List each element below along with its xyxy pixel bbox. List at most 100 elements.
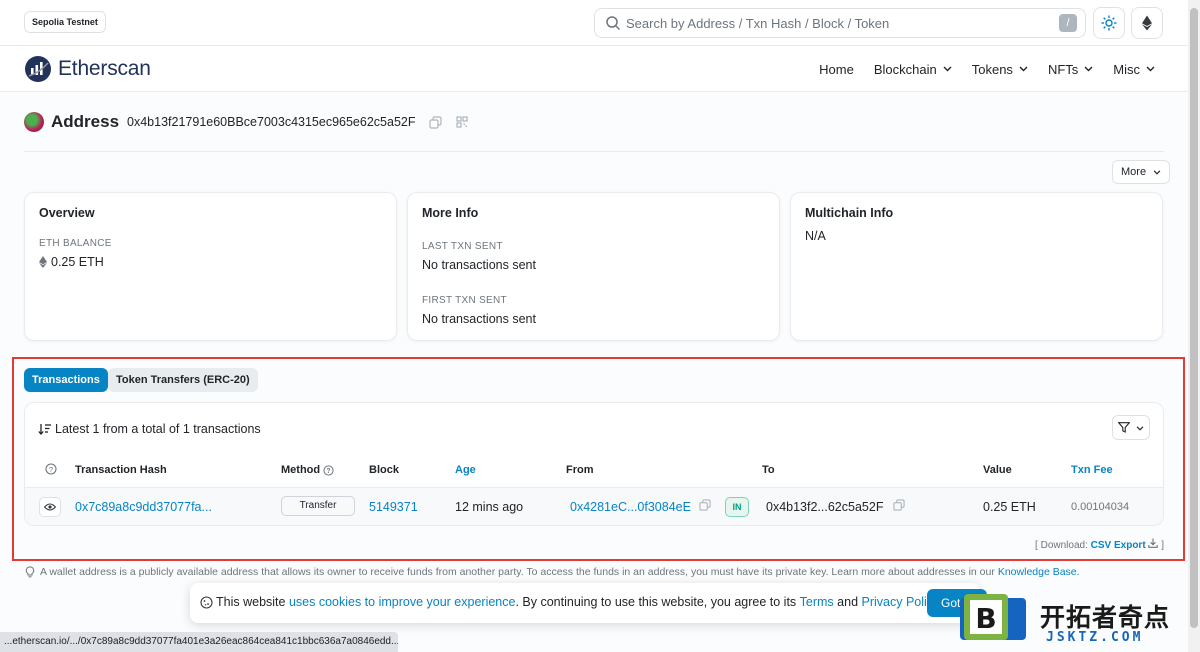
svg-text:B: B	[975, 602, 996, 635]
col-transaction-hash: Transaction Hash	[75, 464, 167, 476]
value-amount: 0.25 ETH	[983, 500, 1036, 514]
sun-icon	[1101, 15, 1117, 31]
transactions-card: Latest 1 from a total of 1 transactions …	[24, 402, 1164, 526]
first-txn-label: FIRST TXN SENT	[422, 295, 507, 306]
nav-misc[interactable]: Misc	[1113, 62, 1155, 77]
chevron-down-icon	[1136, 426, 1144, 431]
multichain-title: Multichain Info	[805, 206, 894, 220]
search-icon	[606, 16, 621, 31]
table-row: 0x7c89a8c9dd37077fa... Transfer 5149371 …	[25, 488, 1163, 525]
chevron-down-icon	[1146, 66, 1155, 72]
chevron-down-icon	[943, 66, 952, 72]
ethereum-icon	[1142, 15, 1152, 31]
etherscan-logo-icon	[25, 56, 51, 82]
download-line: [ Download: CSV Export ]	[1035, 538, 1164, 551]
chevron-down-icon	[1019, 66, 1028, 72]
nav-nfts[interactable]: NFTs	[1048, 62, 1093, 77]
tab-transactions[interactable]: Transactions	[24, 368, 108, 392]
search-input[interactable]	[626, 13, 1046, 33]
scrollbar-thumb[interactable]	[1190, 8, 1198, 628]
etherscan-logo[interactable]: Etherscan	[24, 54, 151, 84]
col-age[interactable]: Age	[455, 464, 476, 476]
theme-toggle-button[interactable]	[1093, 7, 1125, 39]
svg-text:?: ?	[49, 465, 53, 474]
address-tip: A wallet address is a publicly available…	[24, 566, 1080, 578]
address-avatar	[24, 112, 44, 132]
watermark-subtitle: JSKTZ.COM	[1046, 630, 1144, 645]
knowledge-base-link[interactable]: Knowledge Base.	[998, 566, 1080, 578]
download-icon	[1148, 538, 1159, 548]
search-shortcut-badge: /	[1059, 14, 1077, 32]
filter-button[interactable]	[1112, 415, 1150, 440]
multichain-value: N/A	[805, 229, 826, 243]
csv-export-link[interactable]: CSV Export	[1091, 540, 1146, 551]
eth-balance-label: ETH BALANCE	[39, 238, 112, 249]
address-value: 0x4b13f21791e60BBce7003c4315ec965e62c5a5…	[127, 115, 416, 129]
copy-icon[interactable]	[699, 499, 711, 511]
block-link[interactable]: 5149371	[369, 500, 418, 514]
overview-title: Overview	[39, 206, 95, 220]
top-bar: Sepolia Testnet /	[0, 0, 1188, 46]
eth-balance-row: 0.25 ETH	[39, 255, 104, 269]
copy-icon[interactable]	[429, 115, 443, 129]
tab-token-transfers[interactable]: Token Transfers (ERC-20)	[108, 368, 258, 392]
col-method: Method?	[281, 464, 334, 476]
search-box[interactable]: /	[594, 8, 1086, 38]
page-title: Address	[51, 112, 120, 131]
copy-icon[interactable]	[893, 499, 905, 511]
from-address-link[interactable]: 0x4281eC...0f3084eE	[570, 500, 691, 514]
age-value: 12 mins ago	[455, 500, 524, 514]
eth-balance-value: 0.25 ETH	[51, 255, 104, 269]
cookie-icon	[200, 595, 213, 609]
direction-badge: IN	[725, 497, 749, 517]
last-txn-value: No transactions sent	[422, 258, 536, 272]
col-from: From	[566, 464, 594, 476]
overview-card: Overview ETH BALANCE 0.25 ETH	[24, 192, 397, 341]
txn-hash-link[interactable]: 0x7c89a8c9dd37077fa...	[75, 500, 212, 514]
help-circle-icon[interactable]: ?	[323, 464, 334, 476]
watermark-title: 开拓者奇点	[1040, 603, 1171, 632]
to-address-value: 0x4b13f2...62c5a52F	[766, 500, 884, 514]
view-details-button[interactable]	[39, 497, 61, 517]
lightbulb-icon	[25, 566, 35, 578]
eye-icon	[43, 503, 57, 511]
txn-fee-value: 0.00104034	[1071, 501, 1130, 513]
divider	[24, 151, 1164, 152]
browser-status-bar: ...etherscan.io/.../0x7c89a8c9dd37077fa4…	[0, 632, 398, 652]
ethereum-icon	[39, 256, 47, 268]
chevron-down-icon	[1084, 66, 1093, 72]
more-info-card: More Info LAST TXN SENT No transactions …	[407, 192, 780, 341]
nav-home[interactable]: Home	[819, 62, 854, 77]
cookie-message: This website uses cookies to improve you…	[200, 595, 943, 609]
cookie-banner: This website uses cookies to improve you…	[190, 583, 987, 623]
cookie-policy-link[interactable]: uses cookies to improve your experience	[289, 595, 516, 609]
col-to: To	[762, 464, 775, 476]
sort-icon	[38, 424, 51, 435]
watermark: B 开拓者奇点 JSKTZ.COM	[956, 590, 1188, 652]
page-scrollbar[interactable]	[1188, 0, 1200, 652]
more-dropdown-button[interactable]: More	[1112, 160, 1171, 184]
last-txn-label: LAST TXN SENT	[422, 241, 503, 252]
nav-tokens[interactable]: Tokens	[972, 62, 1028, 77]
network-switch-button[interactable]	[1131, 7, 1163, 39]
logo-text: Etherscan	[58, 57, 151, 80]
multichain-card: Multichain Info N/A	[790, 192, 1163, 341]
main-navbar: Etherscan Home Blockchain Tokens NFTs Mi…	[0, 46, 1188, 92]
transactions-summary: Latest 1 from a total of 1 transactions	[38, 422, 261, 436]
more-info-title: More Info	[422, 206, 479, 220]
network-badge[interactable]: Sepolia Testnet	[24, 11, 106, 33]
filter-icon	[1117, 422, 1131, 433]
qr-code-icon[interactable]	[456, 116, 469, 128]
col-txn-fee[interactable]: Txn Fee	[1071, 464, 1113, 476]
col-block: Block	[369, 464, 399, 476]
first-txn-value: No transactions sent	[422, 312, 536, 326]
col-value: Value	[983, 464, 1012, 476]
terms-link[interactable]: Terms	[800, 595, 834, 609]
chevron-down-icon	[1153, 170, 1161, 175]
help-circle-icon[interactable]: ?	[45, 463, 57, 475]
nav-menu: Home Blockchain Tokens NFTs Misc	[799, 46, 1155, 92]
watermark-logo-icon: B	[960, 594, 1026, 640]
svg-text:?: ?	[327, 468, 331, 475]
nav-blockchain[interactable]: Blockchain	[874, 62, 952, 77]
method-badge: Transfer	[281, 496, 355, 516]
